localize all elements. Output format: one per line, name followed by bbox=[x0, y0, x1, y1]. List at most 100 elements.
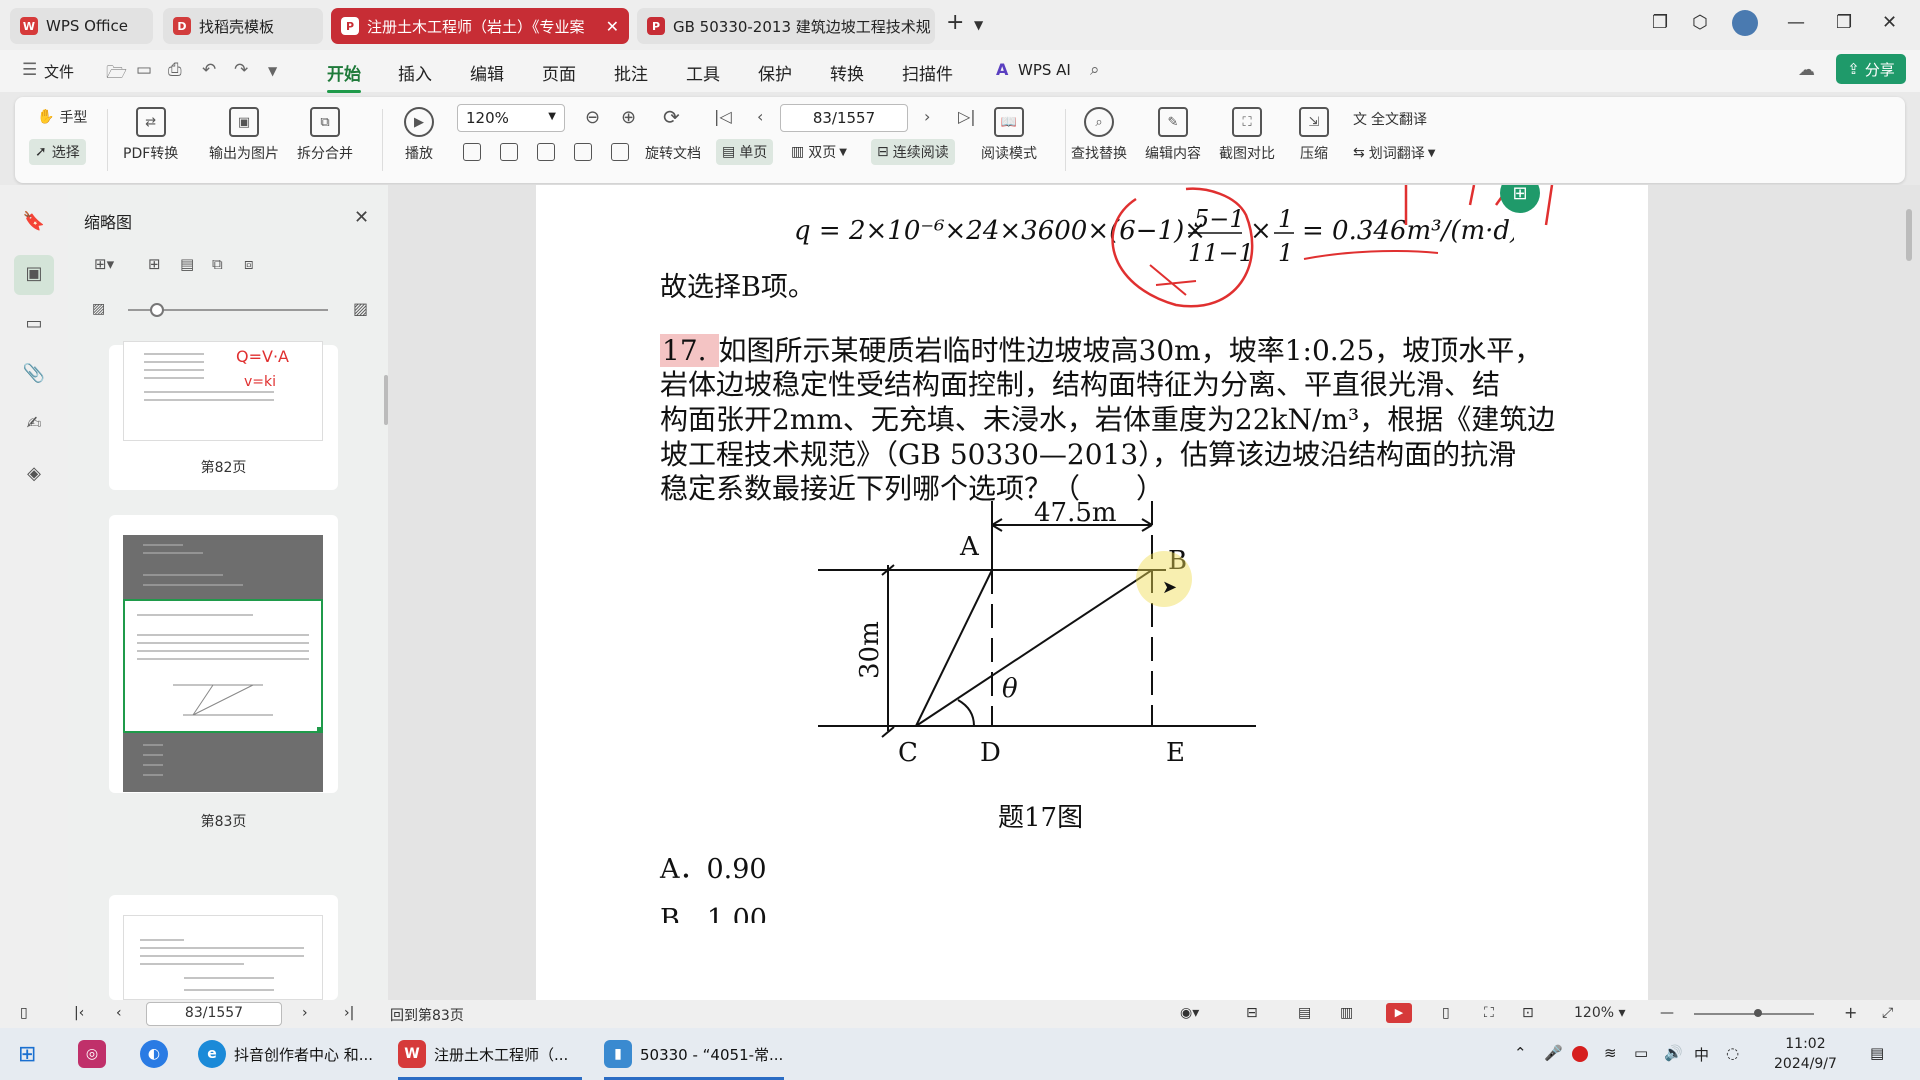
split-merge-button[interactable]: ⧉ 拆分合并 bbox=[297, 107, 353, 163]
prev-page-icon[interactable]: ‹ bbox=[116, 1005, 122, 1021]
vertical-scrollbar[interactable] bbox=[1906, 209, 1912, 261]
zoom-slider-handle[interactable] bbox=[1754, 1009, 1762, 1017]
battery-icon[interactable]: ▭ bbox=[1634, 1044, 1648, 1062]
find-replace-button[interactable]: ⌕ 查找替换 bbox=[1071, 107, 1127, 163]
taskbar-app-file[interactable]: ▮ 50330 - “4051-常... bbox=[604, 1036, 784, 1080]
ime-indicator[interactable]: 中 bbox=[1694, 1044, 1709, 1065]
fit-width-icon[interactable] bbox=[537, 143, 555, 161]
thumb-grid-icon[interactable]: ⊞▾ bbox=[94, 255, 114, 273]
select-tool-button[interactable]: ➚ 选择 bbox=[29, 139, 86, 165]
menu-edit[interactable]: 编辑 bbox=[470, 60, 504, 85]
tab-wps-office[interactable]: W WPS Office bbox=[10, 8, 153, 44]
slider-handle[interactable] bbox=[150, 303, 164, 317]
menu-file[interactable]: 文件 bbox=[44, 61, 74, 82]
prev-page-icon[interactable]: ‹ bbox=[757, 107, 763, 126]
pdf-convert-button[interactable]: ⇄ PDF转换 bbox=[123, 107, 178, 163]
thumbnail-page-82[interactable]: Q=V·A v=ki 第82页 bbox=[109, 341, 338, 490]
menu-convert[interactable]: 转换 bbox=[830, 60, 864, 85]
insert-page-icon[interactable]: ⊞ bbox=[148, 255, 161, 273]
avatar[interactable] bbox=[1732, 10, 1758, 36]
continuous-read-button[interactable]: ⊟ 连续阅读 bbox=[871, 139, 955, 165]
microphone-icon[interactable]: 🎤 bbox=[1544, 1044, 1563, 1062]
taskbar-pinned-app[interactable]: ◎ bbox=[78, 1036, 114, 1072]
sidebar-toggle-icon[interactable]: ▯ bbox=[20, 1005, 28, 1021]
fit-page-icon[interactable] bbox=[500, 143, 518, 161]
start-button[interactable]: ⊞ bbox=[18, 1036, 36, 1072]
cloud-sync-icon[interactable]: ☁ bbox=[1798, 60, 1815, 80]
close-icon[interactable]: ✕ bbox=[354, 207, 369, 228]
eye-protection-icon[interactable]: ◉▾ bbox=[1180, 1005, 1199, 1021]
zoom-select[interactable]: 120% ▼ bbox=[457, 104, 565, 132]
menu-tools[interactable]: 工具 bbox=[686, 60, 720, 85]
taskbar-pinned-app[interactable]: ◐ bbox=[140, 1036, 176, 1072]
read-mode-button[interactable]: 📖 阅读模式 bbox=[981, 107, 1037, 163]
taskbar-app-edge[interactable]: e 抖音创作者中心 和... bbox=[198, 1036, 373, 1072]
page-number-input[interactable]: 83/1557 bbox=[780, 104, 908, 132]
thumbnail-page-83[interactable]: 第83页 bbox=[109, 515, 338, 830]
rotate-doc-icon[interactable]: ⟳ bbox=[663, 105, 680, 129]
save-icon[interactable]: ▭ bbox=[136, 60, 152, 80]
taskbar-app-wps[interactable]: W 注册土木工程师（... bbox=[398, 1036, 582, 1080]
redo-icon[interactable]: ↷ bbox=[234, 60, 248, 80]
layers-icon[interactable]: ◈ bbox=[22, 463, 46, 487]
fit-page-icon[interactable]: ⛶ bbox=[1484, 1005, 1494, 1021]
back-to-page-link[interactable]: 回到第83页 bbox=[390, 1005, 464, 1025]
fullscreen-icon[interactable]: ⤢ bbox=[1882, 1005, 1893, 1021]
comment-icon[interactable]: ▭ bbox=[22, 313, 46, 337]
undo-icon[interactable]: ↶ bbox=[202, 60, 216, 80]
menu-start[interactable]: 开始 bbox=[327, 60, 361, 93]
rotate-doc-button[interactable]: 旋转文档 bbox=[645, 143, 701, 163]
new-tab-plus-icon[interactable]: + bbox=[946, 10, 964, 35]
menu-page[interactable]: 页面 bbox=[542, 60, 576, 85]
window-layout-icon[interactable]: ❐ bbox=[1652, 12, 1668, 33]
export-image-button[interactable]: ▣ 输出为图片 bbox=[209, 107, 279, 163]
double-page-button[interactable]: ▥ 双页 ▼ bbox=[791, 142, 847, 162]
bookmark-icon[interactable]: 🔖 bbox=[22, 211, 46, 235]
zoom-out-icon[interactable]: ⊖ bbox=[585, 107, 600, 128]
page-from-file-icon[interactable]: ▤ bbox=[180, 255, 194, 273]
menu-wps-ai[interactable]: WPS AI bbox=[1018, 61, 1071, 79]
continuous-icon[interactable]: ⊟ bbox=[1246, 1005, 1258, 1021]
rotate-left-icon[interactable] bbox=[574, 143, 592, 161]
first-page-icon[interactable]: |‹ bbox=[74, 1005, 84, 1021]
menu-scan[interactable]: 扫描件 bbox=[902, 60, 953, 85]
play-slideshow-icon[interactable]: ▶ bbox=[1386, 1003, 1412, 1023]
ime-mode-icon[interactable]: ◌ bbox=[1726, 1044, 1739, 1062]
volume-icon[interactable]: 🔊 bbox=[1664, 1044, 1683, 1062]
single-page-icon[interactable]: ▤ bbox=[1298, 1005, 1311, 1021]
tray-chevron-up-icon[interactable]: ⌃ bbox=[1514, 1044, 1527, 1062]
minimize-icon[interactable]: — bbox=[1787, 12, 1805, 33]
status-zoom[interactable]: 120% ▾ bbox=[1574, 1005, 1626, 1021]
restore-icon[interactable]: ❐ bbox=[1836, 12, 1852, 33]
zoom-in-icon[interactable]: ⊕ bbox=[621, 107, 636, 128]
edit-content-button[interactable]: ✎ 编辑内容 bbox=[1145, 107, 1201, 163]
last-page-icon[interactable]: ▷| bbox=[958, 107, 976, 126]
tab-docer[interactable]: D 找稻壳模板 bbox=[163, 8, 323, 44]
next-page-icon[interactable]: › bbox=[302, 1005, 308, 1021]
last-page-icon[interactable]: ›| bbox=[344, 1005, 354, 1021]
signature-icon[interactable]: ✍ bbox=[22, 413, 46, 437]
single-page-button[interactable]: ▤ 单页 bbox=[716, 139, 774, 165]
word-translate-button[interactable]: ⇆ 划词翻译 ▼ bbox=[1353, 143, 1435, 163]
chevron-down-icon[interactable]: ▼ bbox=[268, 64, 277, 78]
double-page-icon[interactable]: ▥ bbox=[1340, 1005, 1353, 1021]
menu-annotate[interactable]: 批注 bbox=[614, 60, 648, 85]
first-page-icon[interactable]: |◁ bbox=[714, 107, 732, 126]
hand-tool-button[interactable]: ✋ 手型 bbox=[37, 107, 87, 127]
zoom-out-icon[interactable]: — bbox=[1660, 1005, 1674, 1021]
menu-insert[interactable]: 插入 bbox=[398, 60, 432, 85]
search-icon[interactable]: ⌕ bbox=[1090, 60, 1100, 80]
fit-width-icon[interactable]: ⊡ bbox=[1522, 1005, 1534, 1021]
record-icon[interactable] bbox=[1572, 1046, 1588, 1062]
rotate-right-icon[interactable] bbox=[611, 143, 629, 161]
read-mode-icon[interactable]: ▯ bbox=[1442, 1005, 1450, 1021]
copy-page-icon[interactable]: ⧉ bbox=[212, 255, 223, 273]
compress-button[interactable]: ⇲ 压缩 bbox=[1299, 107, 1329, 163]
attachment-icon[interactable]: 📎 bbox=[22, 363, 46, 387]
hamburger-icon[interactable]: ☰ bbox=[22, 60, 37, 80]
menu-protect[interactable]: 保护 bbox=[758, 60, 792, 85]
notification-icon[interactable]: ▤ bbox=[1870, 1044, 1884, 1062]
next-page-icon[interactable]: › bbox=[924, 107, 930, 126]
zoom-in-icon[interactable]: + bbox=[1844, 1003, 1857, 1022]
folder-open-icon[interactable]: 🗁 bbox=[106, 60, 127, 89]
